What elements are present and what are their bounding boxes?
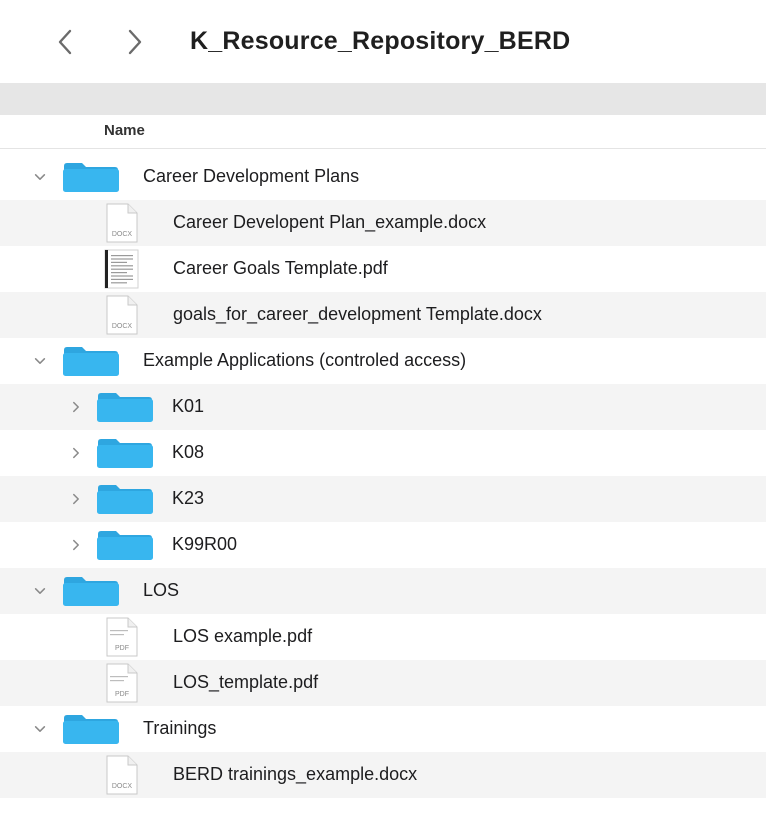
folder-icon-wrap [62, 714, 120, 745]
folder-icon-wrap [96, 530, 154, 561]
disclosure-toggle[interactable] [32, 167, 48, 187]
folder-row[interactable]: K08 [0, 430, 766, 476]
folder-name: K08 [172, 442, 205, 462]
file-row[interactable]: PDF LOS_template.pdf [0, 660, 766, 706]
folder-row[interactable]: Trainings [0, 706, 766, 752]
file-icon-wrap: DOCX [100, 295, 142, 335]
folder-icon [63, 715, 119, 744]
folder-row[interactable]: K23 [0, 476, 766, 522]
folder-icon-wrap [96, 392, 154, 423]
file-row[interactable]: DOCX BERD trainings_example.docx [0, 752, 766, 798]
svg-text:DOCX: DOCX [112, 783, 133, 790]
pdf-file-icon: PDF [106, 663, 138, 703]
folder-name: Career Development Plans [143, 166, 360, 186]
file-name: goals_for_career_development Template.do… [173, 304, 542, 324]
chevron-down-icon [34, 174, 46, 180]
svg-text:DOCX: DOCX [112, 323, 133, 330]
folder-name: K23 [172, 488, 205, 508]
file-row[interactable]: DOCX Career Developent Plan_example.docx [0, 200, 766, 246]
file-row[interactable]: DOCX goals_for_career_development Templat… [0, 292, 766, 338]
file-icon-wrap: PDF [100, 617, 142, 657]
forward-button[interactable] [120, 22, 150, 62]
disclosure-toggle[interactable] [32, 351, 48, 371]
svg-text:PDF: PDF [115, 645, 129, 652]
folder-name: K01 [172, 396, 205, 416]
chevron-right-icon [128, 29, 142, 55]
file-name: Career Developent Plan_example.docx [173, 212, 487, 232]
svg-text:PDF: PDF [115, 691, 129, 698]
chevron-right-icon [73, 539, 79, 551]
docx-file-icon: DOCX [106, 755, 138, 795]
name-column-header[interactable]: Name [104, 122, 145, 139]
file-name: Career Goals Template.pdf [173, 258, 388, 278]
disclosure-toggle[interactable] [68, 535, 84, 555]
folder-icon-wrap [96, 438, 154, 469]
folder-icon [63, 163, 119, 192]
docx-file-icon: DOCX [106, 295, 138, 335]
folder-icon [63, 577, 119, 606]
folder-icon-wrap [62, 576, 120, 607]
folder-name: Trainings [143, 718, 217, 738]
chevron-right-icon [73, 401, 79, 413]
folder-icon-wrap [62, 346, 120, 377]
pdf-file-icon: PDF [106, 617, 138, 657]
chevron-down-icon [34, 358, 46, 364]
toolbar-strip [0, 83, 766, 115]
file-row[interactable]: Career Goals Template.pdf [0, 246, 766, 292]
disclosure-toggle[interactable] [68, 489, 84, 509]
file-name: LOS example.pdf [173, 626, 313, 646]
file-list: Career Development Plans DOCX Career Devel… [0, 154, 766, 798]
folder-icon [63, 347, 119, 376]
folder-icon [97, 531, 153, 560]
docx-file-icon: DOCX [106, 203, 138, 243]
folder-row[interactable]: LOS [0, 568, 766, 614]
chevron-right-icon [73, 493, 79, 505]
file-icon-wrap: PDF [100, 663, 142, 703]
chevron-right-icon [73, 447, 79, 459]
file-name: LOS_template.pdf [173, 672, 319, 692]
folder-icon [97, 485, 153, 514]
folder-name: K99R00 [172, 534, 238, 554]
chevron-left-icon [58, 29, 72, 55]
folder-name: LOS [143, 580, 180, 600]
pdf-preview-icon [104, 249, 139, 289]
folder-row[interactable]: K99R00 [0, 522, 766, 568]
back-button[interactable] [50, 22, 80, 62]
file-row[interactable]: PDF LOS example.pdf [0, 614, 766, 660]
file-icon-wrap: DOCX [100, 203, 142, 243]
chevron-down-icon [34, 726, 46, 732]
folder-row[interactable]: Example Applications (controled access) [0, 338, 766, 384]
folder-icon-wrap [62, 162, 120, 193]
folder-icon [97, 439, 153, 468]
disclosure-toggle[interactable] [32, 719, 48, 739]
folder-icon-wrap [96, 484, 154, 515]
file-name: BERD trainings_example.docx [173, 764, 418, 784]
folder-icon [97, 393, 153, 422]
disclosure-toggle[interactable] [68, 397, 84, 417]
chevron-down-icon [34, 588, 46, 594]
title-bar: K_Resource_Repository_BERD [0, 0, 766, 83]
window-title: K_Resource_Repository_BERD [190, 27, 571, 55]
column-header: Name [0, 115, 766, 149]
folder-row[interactable]: K01 [0, 384, 766, 430]
disclosure-toggle[interactable] [68, 443, 84, 463]
folder-name: Example Applications (controled access) [143, 350, 467, 370]
disclosure-toggle[interactable] [32, 581, 48, 601]
svg-text:DOCX: DOCX [112, 231, 133, 238]
folder-row[interactable]: Career Development Plans [0, 154, 766, 200]
file-icon-wrap: DOCX [100, 755, 142, 795]
file-icon-wrap [100, 249, 142, 289]
